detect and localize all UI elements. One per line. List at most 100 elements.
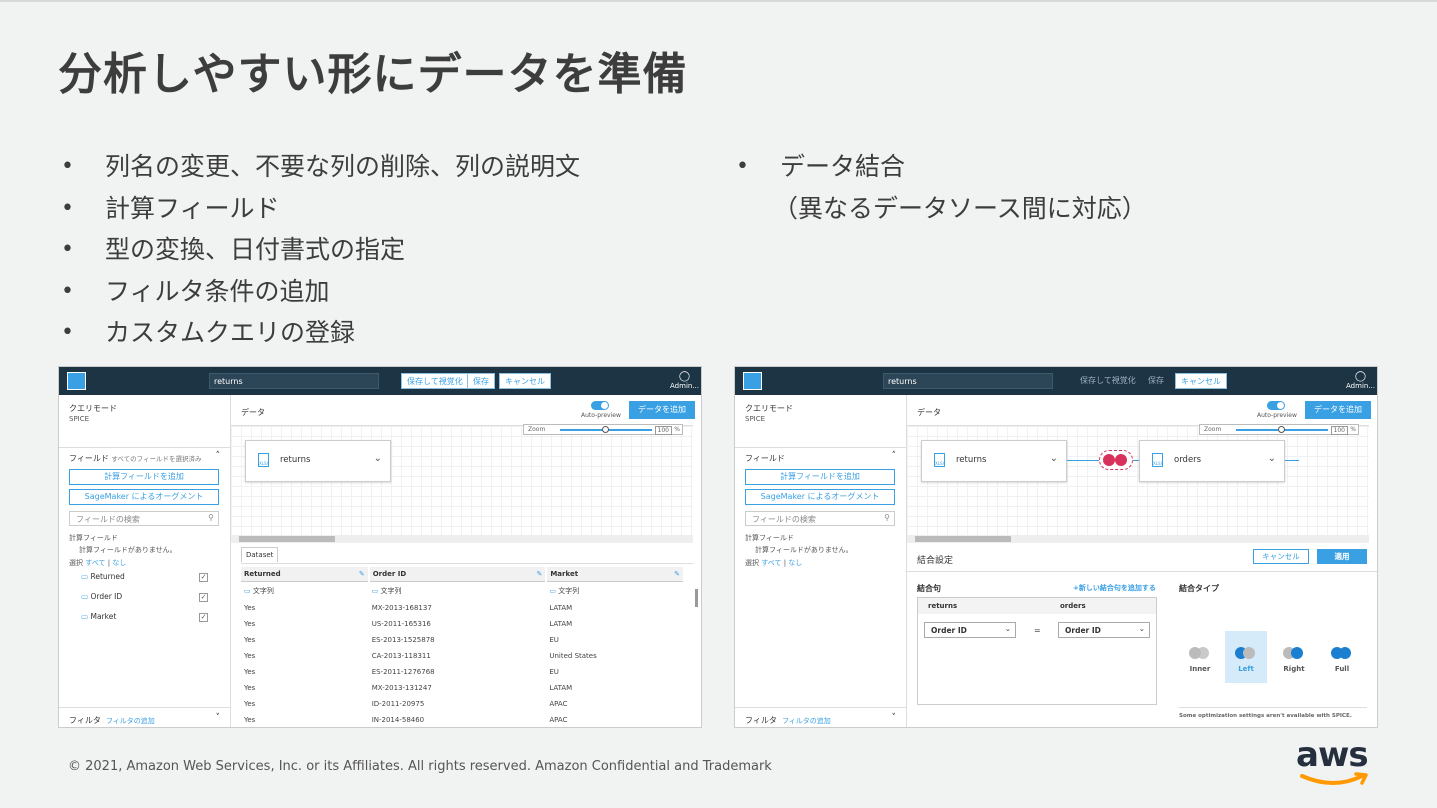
user-menu[interactable]: ◯ Admin... [670,371,699,390]
select-all-link[interactable]: すべて [761,559,781,567]
search-icon: ⚲ [208,513,214,522]
file-icon: XLSX [258,453,269,467]
query-mode-value[interactable]: SPICE [745,415,765,423]
filter-row[interactable]: フィルタ フィルタの追加 [745,715,831,726]
join-icon[interactable] [1099,450,1133,470]
chevron-down-icon[interactable]: ˅ [216,713,221,723]
add-data-button[interactable]: データを追加 [629,401,695,419]
table-cell: MX-2013-168137 [371,604,432,612]
chevron-up-icon[interactable]: ˄ [892,451,897,461]
filter-add-link[interactable]: フィルタの追加 [782,717,831,725]
zoom-slider-knob[interactable] [602,426,609,433]
add-join-clause-link[interactable]: +新しい結合句を追加する [1073,583,1156,593]
vertical-scrollbar[interactable] [695,589,698,607]
join-clause-label: 結合句 [917,584,941,593]
query-mode-value[interactable]: SPICE [69,415,89,423]
chevron-down-icon[interactable]: ⌄ [1268,453,1276,464]
column-header[interactable]: Market ✎ [546,567,685,582]
zoom-value[interactable]: 100 [1330,426,1348,435]
chevron-down-icon[interactable]: ⌄ [374,453,382,464]
bullet-item: 計算フィールド [58,188,580,230]
join-apply-button[interactable]: 適用 [1317,549,1367,564]
table-row: Yes US-2011-165316 LATAM [241,616,684,632]
zoom-control[interactable]: Zoom 100 % [523,424,683,435]
save-button[interactable]: 保存 [1143,373,1169,389]
select-row: 選択 すべて | なし [745,559,803,567]
field-item-market[interactable]: ▭ Market [81,612,116,621]
top-divider [0,0,1437,2]
clause-right-select[interactable]: Order ID ⌄ [1058,622,1150,638]
table-cell: United States [549,652,597,660]
horizontal-scrollbar[interactable] [231,535,693,543]
type-cell[interactable]: ▭ 文字列 [546,582,684,601]
join-canvas[interactable]: XLSX returns ⌄ [231,425,693,535]
cancel-button[interactable]: キャンセル [499,373,551,389]
add-calc-field-button[interactable]: 計算フィールドを追加 [69,469,219,485]
chevron-down-icon[interactable]: ˅ [892,713,897,723]
chevron-up-icon[interactable]: ˄ [216,451,221,461]
join-type-left[interactable]: Left [1225,631,1267,683]
dataset-name-input[interactable]: returns [209,373,379,389]
query-mode-label: クエリモード [745,404,793,413]
field-item-order-id[interactable]: ▭ Order ID [81,592,122,601]
add-data-button[interactable]: データを追加 [1305,401,1371,419]
quicksight-logo-icon[interactable] [67,372,86,390]
select-label: 選択 [745,559,759,567]
save-visualize-button[interactable]: 保存して視覚化 [1075,373,1141,389]
column-header[interactable]: Returned ✎ [241,567,370,582]
save-visualize-button[interactable]: 保存して視覚化 [401,373,469,389]
user-menu[interactable]: ◯ Admin... [1346,371,1375,390]
field-search-placeholder: フィールドの検索 [752,515,816,524]
join-type-inner[interactable]: Inner [1179,631,1221,683]
clause-left-select[interactable]: Order ID ⌄ [924,622,1016,638]
join-type-right[interactable]: Right [1273,631,1315,683]
select-none-link[interactable]: なし [788,559,802,567]
dataset-name-input[interactable]: returns [883,373,1053,389]
type-cell[interactable]: ▭ 文字列 [241,582,369,601]
zoom-slider-knob[interactable] [1278,426,1285,433]
select-all-link[interactable]: すべて [85,559,105,567]
field-checkbox[interactable]: ✓ [199,573,208,582]
join-type-full[interactable]: Full [1321,631,1363,683]
sagemaker-augment-button[interactable]: SageMaker によるオーグメント [69,489,219,505]
chevron-down-icon: ⌄ [1138,624,1145,633]
table-body: ▭ 文字列 ▭ 文字列 ▭ 文字列 Yes MX-2013-168137 LATAM Yes… [241,582,684,728]
filter-add-link[interactable]: フィルタの追加 [106,717,155,725]
dataset-node-left[interactable]: XLSX returns ⌄ [921,440,1067,482]
type-cell[interactable]: ▭ 文字列 [369,582,547,601]
dataset-node-right[interactable]: XLSX orders ⌄ [1139,440,1285,482]
join-canvas[interactable]: XLSX returns ⌄ XLSX orders ⌄ [907,425,1369,535]
quicksight-logo-icon[interactable] [743,372,762,390]
cancel-button[interactable]: キャンセル [1175,373,1227,389]
auto-preview-toggle[interactable] [1267,401,1285,410]
auto-preview-toggle[interactable] [591,401,609,410]
join-cancel-button[interactable]: キャンセル [1253,549,1309,564]
scrollbar-thumb[interactable] [239,536,335,542]
sagemaker-augment-button[interactable]: SageMaker によるオーグメント [745,489,895,505]
chevron-down-icon[interactable]: ⌄ [1050,453,1058,464]
zoom-control[interactable]: Zoom 100 % [1199,424,1359,435]
select-none-link[interactable]: なし [112,559,126,567]
field-item-returned[interactable]: ▭ Returned [81,572,125,581]
string-field-icon: ▭ [81,612,89,621]
main-area: データ Auto-preview データを追加 XLSX returns ⌄ X… [907,395,1377,727]
filter-row[interactable]: フィルタ フィルタの追加 [69,715,155,726]
field-search-input[interactable]: フィールドの検索 ⚲ [69,511,219,526]
field-search-input[interactable]: フィールドの検索 ⚲ [745,511,895,526]
column-header[interactable]: Order ID ✎ [368,567,548,582]
tab-dataset[interactable]: Dataset [241,547,279,562]
slide-title: 分析しやすい形にデータを準備 [58,49,688,100]
field-checkbox[interactable]: ✓ [199,613,208,622]
clause-left-header: returns [928,602,958,610]
table-header-row: Returned ✎ Order ID ✎ Market ✎ [241,567,685,582]
scrollbar-thumb[interactable] [915,536,1011,542]
left-join-icon [1235,647,1257,659]
aws-logo: aws [1296,738,1372,788]
dataset-node[interactable]: XLSX returns ⌄ [245,440,391,482]
field-checkbox[interactable]: ✓ [199,593,208,602]
zoom-value[interactable]: 100 [654,426,672,435]
divider [735,707,906,708]
add-calc-field-button[interactable]: 計算フィールドを追加 [745,469,895,485]
horizontal-scrollbar[interactable] [907,535,1369,543]
save-button[interactable]: 保存 [467,373,495,389]
